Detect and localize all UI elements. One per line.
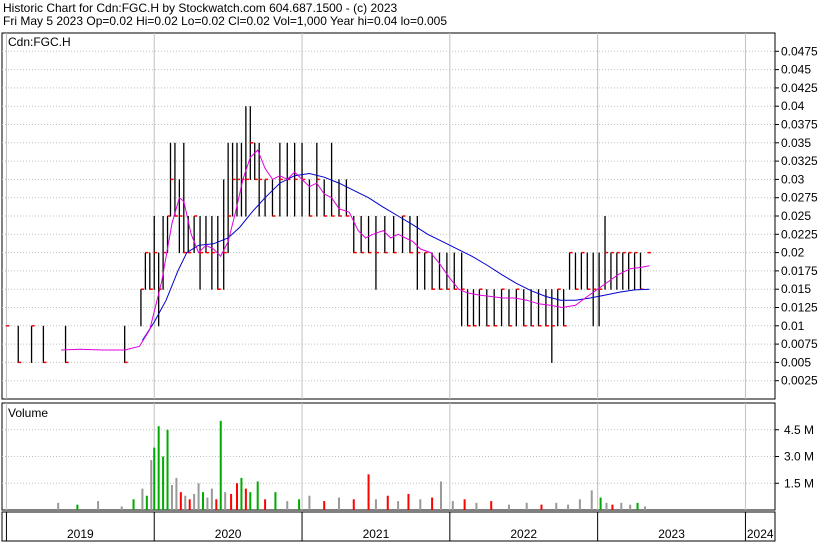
volume-bar xyxy=(244,488,247,510)
volume-bar xyxy=(57,502,60,510)
volume-bar xyxy=(120,506,123,510)
volume-bar xyxy=(230,493,233,510)
volume-bar xyxy=(386,495,389,510)
volume-bar xyxy=(264,499,267,510)
volume-bar xyxy=(298,499,301,510)
stock-chart: 2019 2020 2021 2022 2023 2024 0.0025 0.005 0.007… xyxy=(1,32,818,542)
volume-bar xyxy=(605,502,608,510)
volume-bar xyxy=(620,502,623,510)
price-tick-label: 0.0225 xyxy=(781,227,818,241)
volume-bar xyxy=(236,483,239,510)
volume-bar xyxy=(555,502,558,510)
volume-bar xyxy=(153,447,156,510)
price-tick-label: 0.0125 xyxy=(781,301,818,315)
volume-bar xyxy=(219,420,222,510)
volume-bar xyxy=(397,501,400,510)
volume-bar xyxy=(451,501,454,510)
price-tick-label: 0.0325 xyxy=(781,154,818,168)
volume-bar xyxy=(274,492,277,510)
volume-bar xyxy=(188,499,191,510)
volume-bar xyxy=(490,501,493,510)
volume-tick-label: 1.5 M xyxy=(784,476,814,490)
year-label: 2020 xyxy=(215,527,242,541)
year-label: 2021 xyxy=(363,527,390,541)
price-tick-label: 0.0425 xyxy=(781,81,818,95)
volume-bar xyxy=(419,499,422,510)
volume-bar xyxy=(197,483,200,510)
volume-bar xyxy=(463,499,466,510)
volume-bar xyxy=(224,492,227,510)
price-tick-label: 0.03 xyxy=(781,172,805,186)
volume-bar xyxy=(179,492,182,510)
volume-tick-label: 3.0 M xyxy=(784,450,814,464)
volume-bar xyxy=(145,495,148,510)
price-tick-label: 0.0025 xyxy=(781,374,818,388)
moving-average-long-line xyxy=(141,172,650,341)
volume-bar xyxy=(202,492,205,510)
volume-bar xyxy=(578,499,581,510)
volume-bar xyxy=(184,495,187,510)
volume-bar xyxy=(97,501,100,510)
volume-bar xyxy=(215,499,218,510)
volume-bar xyxy=(629,504,632,510)
volume-bar xyxy=(249,492,252,510)
volume-bar xyxy=(286,501,289,510)
symbol-label: Cdn:FGC.H xyxy=(8,35,71,49)
price-tick-label: 0.025 xyxy=(781,209,811,223)
volume-bar xyxy=(636,502,639,510)
volume-bar xyxy=(193,493,196,510)
price-tick-label: 0.045 xyxy=(781,63,811,77)
volume-bar xyxy=(567,504,570,510)
volume-bar xyxy=(540,504,543,510)
volume-bar xyxy=(337,497,340,510)
year-label: 2024 xyxy=(747,527,774,541)
price-tick-label: 0.0275 xyxy=(781,191,818,205)
year-label: 2019 xyxy=(67,527,94,541)
volume-bar xyxy=(475,502,478,510)
volume-bar xyxy=(643,506,646,510)
volume-bar xyxy=(175,477,178,510)
volume-bar xyxy=(256,481,259,510)
volume-bar xyxy=(210,488,213,510)
price-tick-label: 0.035 xyxy=(781,136,811,150)
volume-bar xyxy=(170,485,173,510)
volume-bar xyxy=(525,502,528,510)
volume-bar xyxy=(150,460,153,510)
moving-average-short-line xyxy=(61,149,650,351)
volume-bar xyxy=(323,501,326,510)
volume-bar xyxy=(240,477,243,510)
volume-bar xyxy=(439,481,442,510)
price-tick-label: 0.015 xyxy=(781,282,811,296)
volume-bar xyxy=(599,497,602,510)
volume-bar xyxy=(611,504,614,510)
volume-bar xyxy=(76,504,79,510)
volume-tick-label: 4.5 M xyxy=(784,423,814,437)
year-label: 2022 xyxy=(510,527,537,541)
volume-bar xyxy=(367,474,370,510)
volume-bar xyxy=(162,456,165,510)
price-tick-label: 0.0475 xyxy=(781,44,818,58)
volume-bar xyxy=(166,429,169,510)
volume-bar xyxy=(374,499,377,510)
price-tick-label: 0.0075 xyxy=(781,337,818,351)
volume-bar xyxy=(507,504,510,510)
price-tick-label: 0.0375 xyxy=(781,118,818,132)
price-tick-label: 0.02 xyxy=(781,246,805,260)
year-label: 2023 xyxy=(658,527,685,541)
price-tick-label: 0.005 xyxy=(781,355,811,369)
volume-bar xyxy=(132,499,135,510)
volume-bar xyxy=(352,499,355,510)
price-tick-label: 0.04 xyxy=(781,99,805,113)
volume-bar xyxy=(590,490,593,510)
volume-bar xyxy=(157,426,160,510)
price-tick-label: 0.01 xyxy=(781,319,805,333)
volume-bar xyxy=(407,493,410,510)
price-tick-label: 0.0175 xyxy=(781,264,818,278)
volume-bar xyxy=(431,497,434,510)
volume-bar xyxy=(206,497,209,510)
volume-bar xyxy=(308,495,311,510)
volume-panel-label: Volume xyxy=(8,406,48,420)
volume-bar xyxy=(141,488,144,510)
